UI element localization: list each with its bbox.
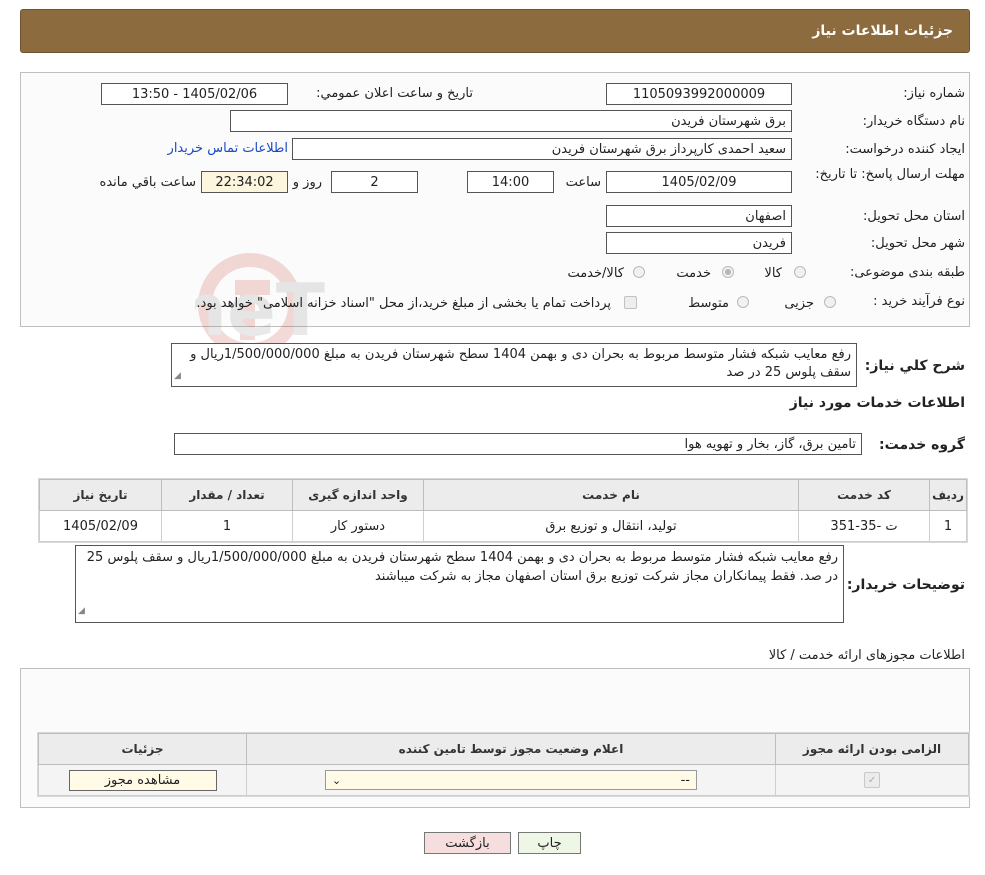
permits-table-wrap: الزامی بودن ارائه مجوز اعلام وضعیت مجوز … bbox=[37, 732, 970, 797]
need-number-field: 1105093992000009 bbox=[606, 83, 792, 105]
cell-quantity: 1 bbox=[161, 510, 293, 542]
cell-need-date: 1405/02/09 bbox=[39, 510, 162, 542]
services-table-wrap: ردیف کد خدمت نام خدمت واحد اندازه گیری ت… bbox=[38, 478, 968, 543]
category-option-goods-service: کالا/خدمت bbox=[567, 266, 624, 281]
remaining-time-field: 22:34:02 bbox=[201, 171, 288, 193]
permits-table: الزامی بودن ارائه مجوز اعلام وضعیت مجوز … bbox=[38, 733, 969, 796]
resize-grip-icon[interactable]: ◢ bbox=[174, 367, 181, 385]
col-service-code: کد خدمت bbox=[798, 479, 930, 511]
summary-textarea[interactable]: رفع معایب شبکه فشار متوسط مربوط به بحران… bbox=[171, 343, 857, 387]
col-permit-status: اعلام وضعیت مجوز توسط تامین کننده bbox=[246, 733, 776, 765]
back-button[interactable]: بازگشت bbox=[424, 832, 511, 854]
creator-label: ايجاد كننده درخواست: bbox=[845, 142, 965, 157]
buyer-org-label: نام دستگاه خريدار: bbox=[862, 114, 965, 129]
cell-permit-status: ⌄ -- bbox=[246, 764, 776, 796]
service-group-label: گروه خدمت: bbox=[879, 437, 965, 453]
category-option-service: خدمت bbox=[676, 266, 711, 281]
deadline-label: مهلت ارسال پاسخ: تا تاریخ: bbox=[815, 167, 965, 182]
creator-field: سعید احمدی کارپرداز برق شهرستان فریدن bbox=[292, 138, 792, 160]
col-row: ردیف bbox=[929, 479, 967, 511]
col-quantity: تعداد / مقدار bbox=[161, 479, 293, 511]
services-table-header: ردیف کد خدمت نام خدمت واحد اندازه گیری ت… bbox=[39, 479, 967, 511]
process-radio-medium[interactable] bbox=[737, 296, 749, 308]
permits-section-title: اطلاعات مجوزهای ارائه خدمت / کالا bbox=[768, 648, 965, 663]
deadline-time-label: ساعت bbox=[565, 175, 601, 190]
buyer-notes-text: رفع معایب شبکه فشار متوسط مربوط به بحران… bbox=[86, 550, 838, 584]
remaining-label: ساعت باقي مانده bbox=[99, 175, 196, 190]
process-option-minor: جزیی bbox=[784, 296, 814, 311]
process-label: نوع فرآيند خريد : bbox=[873, 294, 965, 309]
summary-text: رفع معایب شبکه فشار متوسط مربوط به بحران… bbox=[190, 347, 851, 380]
buyer-notes-textarea[interactable]: رفع معایب شبکه فشار متوسط مربوط به بحران… bbox=[75, 545, 844, 623]
deadline-date-field: 1405/02/09 bbox=[606, 171, 792, 193]
col-permit-required: الزامی بودن ارائه مجوز bbox=[775, 733, 969, 765]
need-number-label: شماره نیاز: bbox=[903, 86, 965, 101]
process-note: پرداخت تمام یا بخشی از مبلغ خرید،از محل … bbox=[196, 296, 611, 311]
province-field: اصفهان bbox=[606, 205, 792, 227]
col-need-date: تاریخ نیاز bbox=[39, 479, 162, 511]
table-row: ✓ ⌄ -- مشاهده مجوز bbox=[38, 764, 969, 796]
service-group-field: تامین برق، گاز، بخار و تهویه هوا bbox=[174, 433, 862, 455]
category-radio-goods[interactable] bbox=[794, 266, 806, 278]
process-radio-minor[interactable] bbox=[824, 296, 836, 308]
cell-permit-required: ✓ bbox=[775, 764, 969, 796]
announce-label: تاریخ و ساعت اعلان عمومي: bbox=[316, 86, 473, 101]
permit-status-value: -- bbox=[680, 772, 690, 788]
print-button[interactable]: چاپ bbox=[518, 832, 581, 854]
permit-status-select[interactable]: ⌄ -- bbox=[325, 770, 697, 790]
treasury-checkbox[interactable] bbox=[624, 296, 637, 309]
days-field: 2 bbox=[331, 171, 418, 193]
cell-permit-details: مشاهده مجوز bbox=[38, 764, 247, 796]
category-option-goods: کالا bbox=[764, 266, 782, 281]
announce-field: 1405/02/06 - 13:50 bbox=[101, 83, 288, 105]
deadline-time-field: 14:00 bbox=[467, 171, 554, 193]
col-unit: واحد اندازه گیری bbox=[292, 479, 424, 511]
chevron-down-icon: ⌄ bbox=[332, 773, 342, 787]
buyer-notes-label: توضيحات خريدار: bbox=[846, 577, 965, 593]
category-label: طبقه بندی موضوعی: bbox=[849, 265, 965, 280]
cell-service-code: ت -35-351 bbox=[798, 510, 930, 542]
cell-row: 1 bbox=[929, 510, 967, 542]
col-permit-details: جزئیات bbox=[38, 733, 247, 765]
permit-required-checkbox[interactable]: ✓ bbox=[864, 772, 880, 788]
days-label: روز و bbox=[292, 175, 322, 190]
resize-grip-icon[interactable]: ◢ bbox=[78, 602, 85, 621]
col-service-name: نام خدمت bbox=[423, 479, 799, 511]
page-title: جزئیات اطلاعات نیاز bbox=[812, 23, 953, 39]
cell-service-name: تولید، انتقال و توزیع برق bbox=[423, 510, 799, 542]
category-radio-service[interactable] bbox=[722, 266, 734, 278]
city-label: شهر محل تحویل: bbox=[870, 236, 965, 251]
buyer-contact-link[interactable]: اطلاعات تماس خريدار bbox=[168, 141, 288, 156]
city-field: فریدن bbox=[606, 232, 792, 254]
process-option-medium: متوسط bbox=[688, 296, 729, 311]
permits-table-header: الزامی بودن ارائه مجوز اعلام وضعیت مجوز … bbox=[38, 733, 969, 765]
services-section-title: اطلاعات خدمات مورد نياز bbox=[789, 395, 965, 411]
table-row: 1 ت -35-351 تولید، انتقال و توزیع برق دس… bbox=[39, 510, 967, 542]
cell-unit: دستور کار bbox=[292, 510, 424, 542]
page-header: جزئیات اطلاعات نیاز bbox=[20, 9, 970, 53]
province-label: استان محل تحویل: bbox=[863, 209, 965, 224]
view-permit-button[interactable]: مشاهده مجوز bbox=[68, 769, 217, 791]
category-radio-goods-service[interactable] bbox=[633, 266, 645, 278]
summary-label: شرح كلي نياز: bbox=[864, 358, 965, 374]
buyer-org-field: برق شهرستان فریدن bbox=[230, 110, 792, 132]
services-table: ردیف کد خدمت نام خدمت واحد اندازه گیری ت… bbox=[39, 479, 967, 542]
